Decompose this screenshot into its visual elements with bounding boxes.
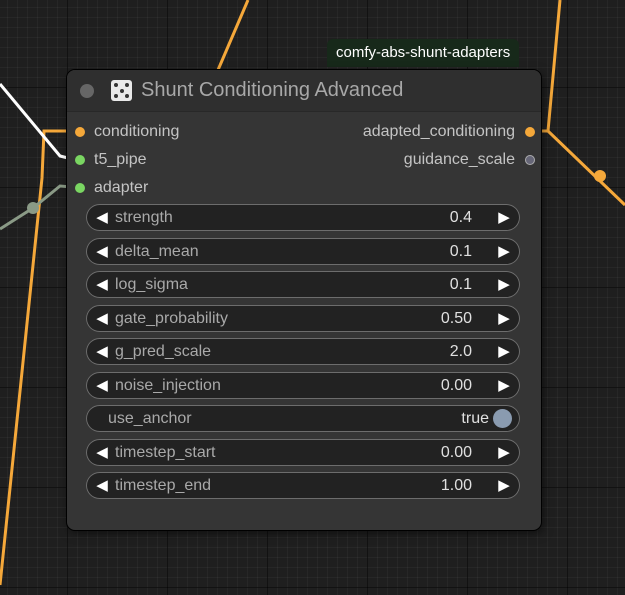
widget-g-pred-scale[interactable]: ◀ g_pred_scale 2.0 ▶ [86, 338, 520, 365]
collapse-toggle[interactable] [80, 84, 94, 98]
slot-dot[interactable] [75, 155, 85, 165]
increment-arrow-icon[interactable]: ▶ [495, 204, 513, 231]
increment-arrow-icon[interactable]: ▶ [495, 338, 513, 365]
widget-label: noise_injection [115, 377, 221, 394]
slot-dot[interactable] [525, 155, 535, 165]
node-header[interactable]: Shunt Conditioning Advanced [67, 70, 541, 112]
widget-value: true [461, 410, 489, 427]
node-title: Shunt Conditioning Advanced [141, 79, 404, 101]
wire-orange-right-top [546, 0, 562, 132]
widget-value[interactable]: 0.4 [450, 204, 472, 231]
slot-label: t5_pipe [94, 151, 147, 168]
widget-label: gate_probability [115, 310, 228, 327]
slot-label: guidance_scale [403, 151, 515, 168]
output-slot-guidance-scale[interactable]: guidance_scale [315, 150, 535, 170]
widget-delta-mean[interactable]: ◀ delta_mean 0.1 ▶ [86, 238, 520, 265]
increment-arrow-icon[interactable]: ▶ [495, 439, 513, 466]
widget-value[interactable]: 0.00 [441, 372, 472, 399]
widget-label: delta_mean [115, 243, 199, 260]
slot-label: adapted_conditioning [362, 123, 515, 140]
slot-dot[interactable] [525, 127, 535, 137]
wire-white [0, 83, 73, 161]
wire-reroute-dot-right[interactable] [594, 170, 606, 182]
shunt-conditioning-node[interactable]: Shunt Conditioning Advanced conditioning… [67, 70, 541, 530]
increment-arrow-icon[interactable]: ▶ [495, 305, 513, 332]
slot-dot[interactable] [75, 127, 85, 137]
output-slot-adapted-conditioning[interactable]: adapted_conditioning [315, 122, 535, 142]
expand-arrows-icon [111, 80, 132, 101]
widget-label: timestep_end [115, 477, 212, 494]
increment-arrow-icon[interactable]: ▶ [495, 472, 513, 499]
slot-dot[interactable] [75, 183, 85, 193]
widget-gate-probability[interactable]: ◀ gate_probability 0.50 ▶ [86, 305, 520, 332]
widget-timestep-start[interactable]: ◀ timestep_start 0.00 ▶ [86, 439, 520, 466]
widget-label: g_pred_scale [115, 343, 212, 360]
increment-arrow-icon[interactable]: ▶ [495, 271, 513, 298]
widget-log-sigma[interactable]: ◀ log_sigma 0.1 ▶ [86, 271, 520, 298]
slot-label: conditioning [94, 123, 180, 140]
toggle-knob[interactable] [493, 409, 512, 428]
wire-reroute-dot[interactable] [27, 202, 39, 214]
decrement-arrow-icon[interactable]: ◀ [93, 305, 111, 332]
widget-noise-injection[interactable]: ◀ noise_injection 0.00 ▶ [86, 372, 520, 399]
widget-label: timestep_start [115, 444, 216, 461]
decrement-arrow-icon[interactable]: ◀ [93, 472, 111, 499]
decrement-arrow-icon[interactable]: ◀ [93, 372, 111, 399]
widget-value[interactable]: 2.0 [450, 338, 472, 365]
decrement-arrow-icon[interactable]: ◀ [93, 439, 111, 466]
widget-label: log_sigma [115, 276, 188, 293]
decrement-arrow-icon[interactable]: ◀ [93, 238, 111, 265]
widget-use-anchor-toggle[interactable]: use_anchor true [86, 405, 520, 432]
widget-value[interactable]: 0.00 [441, 439, 472, 466]
decrement-arrow-icon[interactable]: ◀ [93, 271, 111, 298]
increment-arrow-icon[interactable]: ▶ [495, 372, 513, 399]
wire-orange-right [536, 129, 625, 207]
slot-label: adapter [94, 179, 149, 196]
widget-value[interactable]: 0.1 [450, 271, 472, 298]
widget-value[interactable]: 0.50 [441, 305, 472, 332]
wire-orange-top [216, 0, 250, 71]
wire-orange-left [0, 129, 72, 586]
increment-arrow-icon[interactable]: ▶ [495, 238, 513, 265]
widget-strength[interactable]: ◀ strength 0.4 ▶ [86, 204, 520, 231]
widget-timestep-end[interactable]: ◀ timestep_end 1.00 ▶ [86, 472, 520, 499]
widget-value[interactable]: 0.1 [450, 238, 472, 265]
decrement-arrow-icon[interactable]: ◀ [93, 204, 111, 231]
widget-label: use_anchor [108, 410, 192, 427]
widget-label: strength [115, 209, 173, 226]
node-badge: comfy-abs-shunt-adapters [327, 39, 520, 67]
widget-value[interactable]: 1.00 [441, 472, 472, 499]
decrement-arrow-icon[interactable]: ◀ [93, 338, 111, 365]
